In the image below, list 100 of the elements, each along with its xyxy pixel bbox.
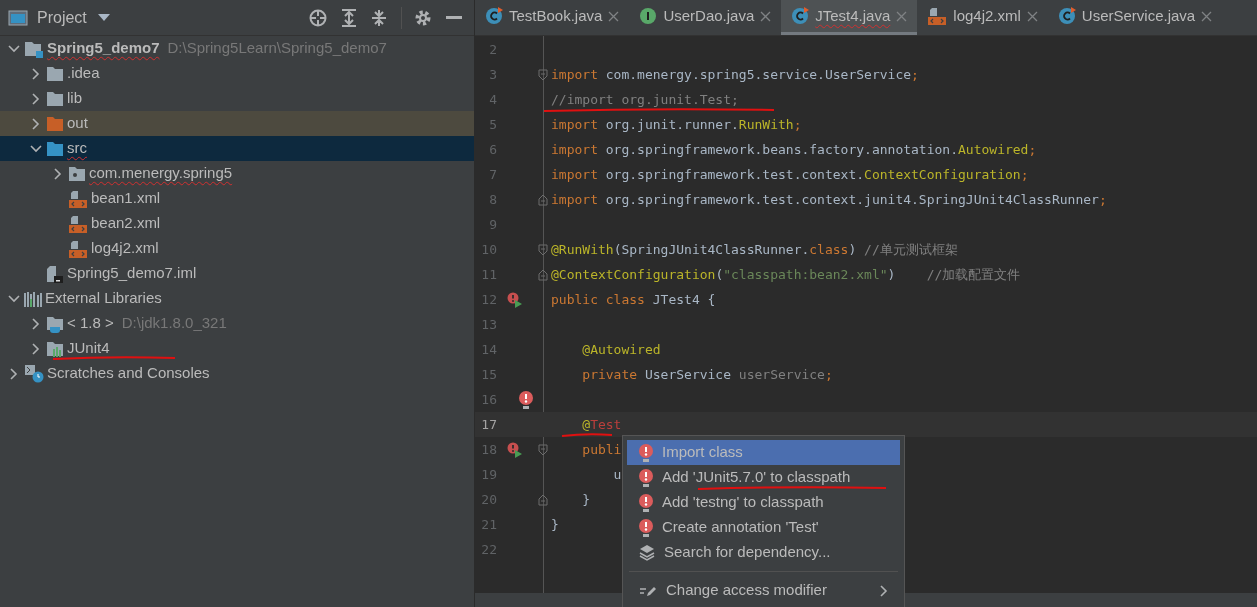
xml-file-icon <box>927 7 948 25</box>
line-number: 3 <box>488 65 497 84</box>
error-bulb-icon <box>639 443 653 462</box>
locate-icon[interactable] <box>309 8 327 27</box>
fold-icon[interactable] <box>538 193 548 206</box>
settings-icon[interactable] <box>414 8 432 27</box>
editor-tab[interactable]: UserService.java <box>1047 0 1223 35</box>
editor-tab[interactable]: log4j2.xml <box>917 0 1048 35</box>
code-line: @ContextConfiguration("classpath:bean2.xml") //加载配置文件 <box>551 265 1021 284</box>
close-icon[interactable] <box>1026 10 1038 22</box>
class-file-icon <box>485 7 503 25</box>
editor-tab[interactable]: UserDao.java <box>629 0 782 35</box>
menu-item[interactable]: Add 'JUnit5.7.0' to classpath <box>627 465 900 490</box>
tree-row[interactable]: JUnit4 <box>0 336 474 361</box>
tree-row[interactable]: < 1.8 > D:\jdk1.8.0_321 <box>0 311 474 336</box>
close-icon[interactable] <box>1201 10 1213 22</box>
tree-item-label: Scratches and Consoles <box>47 363 210 384</box>
menu-item[interactable]: Add 'testng' to classpath <box>627 490 900 515</box>
folder-icon <box>46 114 64 133</box>
line-number: 5 <box>488 115 497 134</box>
code-line: import org.springframework.test.context.junit4.SpringJUnit4ClassRunner; <box>551 190 1107 209</box>
collapsed-chevron-icon[interactable] <box>32 67 40 80</box>
panel-title: Project <box>37 7 87 28</box>
minimize-icon[interactable] <box>446 15 462 20</box>
fold-icon[interactable] <box>538 268 548 281</box>
code-line: u <box>612 465 622 484</box>
tree-row[interactable]: bean1.xml <box>0 186 474 211</box>
line-number: 12 <box>480 290 497 309</box>
collapsed-chevron-icon[interactable] <box>32 92 40 105</box>
error-bulb-icon <box>639 468 653 487</box>
tree-item-label: Spring5_demo7.iml <box>67 263 197 284</box>
line-number: 14 <box>480 340 497 359</box>
line-number: 15 <box>480 365 497 384</box>
library-icon <box>24 289 42 308</box>
collapsed-chevron-icon[interactable] <box>32 342 40 355</box>
editor-tab[interactable]: JTest4.java <box>781 0 918 35</box>
code-line: publi <box>581 440 622 459</box>
path-hint: D:\Spring5Learn\Spring5_demo7 <box>167 38 387 59</box>
code-line: import org.junit.runner.RunWith; <box>551 115 802 134</box>
code-line: @Autowired <box>581 340 661 359</box>
line-number: 19 <box>480 465 497 484</box>
run-error-icon[interactable] <box>507 441 523 458</box>
expanded-chevron-icon[interactable] <box>8 294 20 303</box>
tree-row[interactable]: lib <box>0 86 474 111</box>
tree-row[interactable]: src <box>0 136 474 161</box>
tree-row[interactable]: Scratches and Consoles <box>0 361 474 386</box>
library-icon <box>46 339 64 358</box>
collapsed-chevron-icon[interactable] <box>32 117 40 130</box>
tree-row[interactable]: com.menergy.spring5 <box>0 161 474 186</box>
line-number: 17 <box>480 415 497 434</box>
line-number: 11 <box>480 265 497 284</box>
menu-item[interactable]: Change access modifier <box>627 578 900 603</box>
fold-icon[interactable] <box>538 243 548 256</box>
close-icon[interactable] <box>608 10 620 22</box>
fold-icon[interactable] <box>538 68 548 81</box>
module-file-icon <box>46 264 64 283</box>
expand-all-icon[interactable] <box>341 8 357 27</box>
code-line: } <box>551 515 559 534</box>
run-error-icon[interactable] <box>507 291 523 308</box>
tree-row[interactable]: Spring5_demo7 D:\Spring5Learn\Spring5_demo7 <box>0 36 474 61</box>
tree-row[interactable]: log4j2.xml <box>0 236 474 261</box>
folder-icon <box>46 89 64 108</box>
expanded-chevron-icon[interactable] <box>30 144 42 153</box>
tree-item-label: Spring5_demo7 <box>47 38 160 59</box>
tree-row[interactable]: External Libraries <box>0 286 474 311</box>
tree-item-label: JUnit4 <box>67 338 110 359</box>
expanded-chevron-icon[interactable] <box>8 44 20 53</box>
editor-tab[interactable]: TestBook.java <box>475 0 630 35</box>
line-number: 13 <box>480 315 497 334</box>
tree-item-label: < 1.8 > <box>67 313 114 334</box>
error-bulb-icon <box>639 518 653 537</box>
code-line: private UserService userService; <box>581 365 833 384</box>
line-number: 21 <box>480 515 497 534</box>
code-line: } <box>581 490 591 509</box>
interface-file-icon <box>639 7 658 25</box>
class-file-icon <box>791 7 810 25</box>
tree-row[interactable]: bean2.xml <box>0 211 474 236</box>
line-number: 20 <box>480 490 497 509</box>
line-number: 18 <box>480 440 497 459</box>
code-line: import com.menergy.spring5.service.UserService; <box>551 65 919 84</box>
tree-row[interactable]: Spring5_demo7.iml <box>0 261 474 286</box>
fold-icon[interactable] <box>538 443 548 456</box>
layers-icon <box>639 544 655 561</box>
line-number: 7 <box>488 165 497 184</box>
collapsed-chevron-icon[interactable] <box>54 167 62 180</box>
menu-item[interactable]: Search for dependency... <box>627 540 900 565</box>
tree-row[interactable]: .idea <box>0 61 474 86</box>
line-number: 16 <box>480 390 497 409</box>
collapsed-chevron-icon[interactable] <box>10 367 18 380</box>
fold-icon[interactable] <box>538 493 548 506</box>
dropdown-icon[interactable] <box>97 13 110 22</box>
close-icon[interactable] <box>760 10 772 22</box>
menu-item[interactable]: Create annotation 'Test' <box>627 515 900 540</box>
tree-row[interactable]: out <box>0 111 474 136</box>
line-number: 8 <box>488 190 497 209</box>
collapsed-chevron-icon[interactable] <box>32 317 40 330</box>
collapse-all-icon[interactable] <box>371 8 387 27</box>
error-bulb-icon[interactable] <box>519 390 533 409</box>
tree-item-label: src <box>67 138 87 159</box>
path-hint: D:\jdk1.8.0_321 <box>121 313 227 334</box>
